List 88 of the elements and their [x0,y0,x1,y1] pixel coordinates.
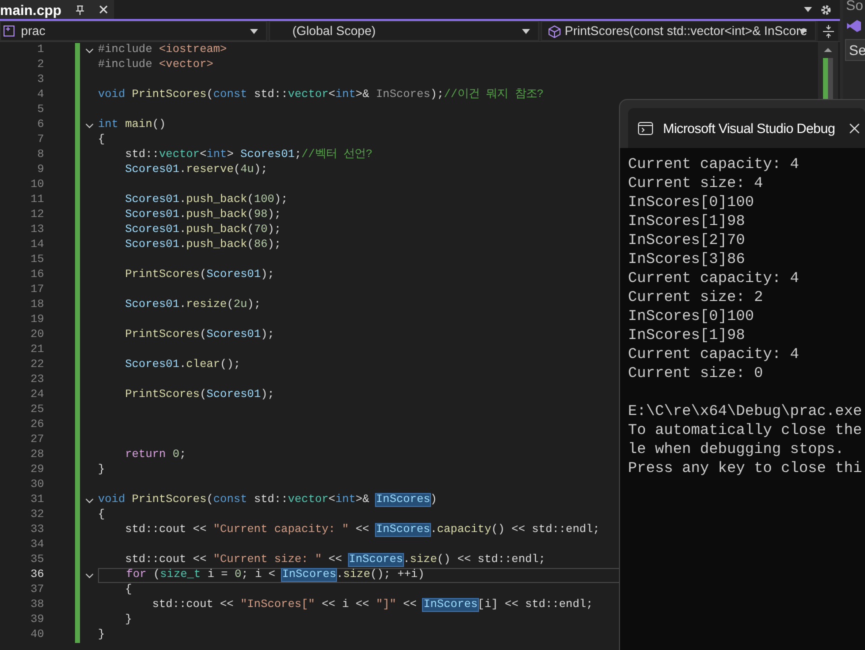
line-number: 18 [29,298,44,313]
line-number: 11 [29,193,44,208]
line-number: 32 [29,508,44,523]
code-line: Scores01.push_back(98); [124,208,282,223]
console-line: Current capacity: 4 [628,345,800,364]
line-number: 25 [29,403,44,418]
code-line: } [124,613,132,628]
code-line: } [98,463,105,478]
console-line: Current size: 2 [628,288,764,307]
line-number: 4 [36,88,44,103]
code-line: Scores01.resize(2u); [124,298,261,313]
code-line: #include <vector> [98,58,214,73]
code-line: std::vector<int> Scores01;//벡터 선언? [124,148,373,163]
line-number: 36 [29,568,44,583]
console-line: Press any key to close thi [628,459,864,478]
line-number: 12 [29,208,44,223]
line-number: 37 [29,583,44,598]
line-number: 23 [29,373,44,388]
code-line: #include <iostream> [98,43,227,58]
code-line: std::cout << "Current capacity: " << InScores.capacity() << std::endl; [124,523,600,538]
line-number: 10 [29,178,44,193]
line-number: 28 [29,448,44,463]
console-line: E:\C\re\x64\Debug\prac.exe [628,402,864,421]
code-line: return 0; [124,448,186,463]
code-line: Scores01.clear(); [124,358,240,373]
console-line: Current capacity: 4 [628,269,800,288]
line-number: 24 [29,388,44,403]
code-line: { [98,508,105,523]
line-number: 9 [36,163,44,178]
code-line: Scores01.push_back(70); [124,223,282,238]
line-number: 1 [36,43,44,58]
line-number: 40 [29,628,44,643]
line-number: 31 [29,493,44,508]
scope-dropdown[interactable]: (Global Scope) [269,21,539,41]
code-line: Scores01.push_back(86); [124,238,282,253]
line-number: 15 [29,253,44,268]
line-number: 39 [29,613,44,628]
line-number: 6 [36,118,44,133]
code-line: void PrintScores(const std::vector<int>& InScores);//이건 뭐지 참조? [98,88,544,103]
line-number: 22 [29,358,44,373]
line-number: 3 [36,73,44,88]
code-line: PrintScores(Scores01); [124,388,274,403]
code-line: std::cout << "Current size: " << InScores.size() << std::endl; [124,553,546,568]
panel-title: So [845,0,864,13]
line-number: 14 [29,238,44,253]
project-dropdown[interactable]: prac [0,21,268,41]
code-line: { [98,133,105,148]
console-line: InScores[0]100 [628,193,756,212]
code-line: PrintScores(Scores01); [124,268,274,283]
line-number: 2 [36,58,44,73]
code-line: for (size_t i = 0; i < InScores.size(); ++i) [125,569,424,582]
line-number: 26 [29,418,44,433]
line-number: 35 [29,553,44,568]
console-line: InScores[2]70 [628,231,746,250]
line-number: 29 [29,463,44,478]
code-line: Scores01.reserve(4u); [124,163,268,178]
console-line: InScores[1]98 [628,212,746,231]
line-number: 8 [36,148,44,163]
line-number: 33 [29,523,44,538]
line-number: 27 [29,433,44,448]
line-number: 5 [36,103,44,118]
line-number: 34 [29,538,44,553]
code-line: PrintScores(Scores01); [124,328,274,343]
line-number: 17 [29,283,44,298]
line-number: 20 [29,328,44,343]
code-line: void PrintScores(const std::vector<int>& InScores) [98,493,438,508]
code-line: } [98,628,105,643]
file-tab[interactable]: main.cpp [0,0,114,19]
code-line: std::cout << "InScores[" << i << "]" << InScores[i] << std::endl; [151,598,593,613]
console-line: Current size: 4 [628,174,764,193]
line-number: 38 [29,598,44,613]
line-number: 21 [29,343,44,358]
console-line: le when debugging stops. [628,440,846,459]
console-line: InScores[3]86 [628,250,746,269]
console-line: InScores[0]100 [628,307,756,326]
code-line: int main() [98,118,166,133]
code-line: { [124,583,132,598]
code-line: Scores01.push_back(100); [124,193,288,208]
line-number: 13 [29,223,44,238]
console-line: InScores[1]98 [628,326,746,345]
line-number: 7 [36,133,44,148]
line-number: 16 [29,268,44,283]
line-number: 19 [29,313,44,328]
console-line: To automatically close the [628,421,864,440]
console-title: Microsoft Visual Studio Debug [663,120,835,136]
line-number: 30 [29,478,44,493]
console-line: Current capacity: 4 [628,155,800,174]
console-line: Current size: 0 [628,364,764,383]
